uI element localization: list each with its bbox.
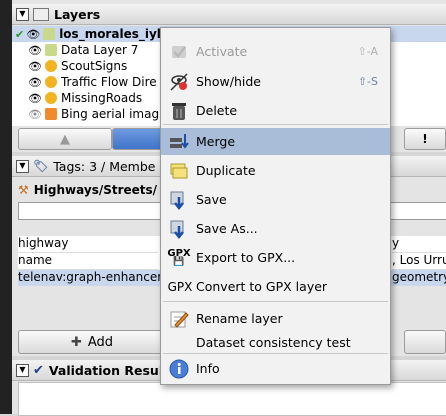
eye-icon[interactable]: 👁: [26, 28, 40, 41]
eye-icon[interactable]: 👁: [28, 76, 42, 89]
info-icon: [168, 358, 190, 380]
menu-item-show-hide[interactable]: Show/hide ⇧-S: [161, 68, 390, 95]
menu-item-save-as[interactable]: Save As...: [161, 215, 390, 242]
gpx-export-icon: GPX 💾: [167, 247, 191, 267]
tag-value[interactable]: , Los Urru: [392, 253, 446, 270]
menu-separator: [163, 301, 388, 302]
menu-item-rename[interactable]: Rename layer: [161, 305, 390, 332]
duplicate-icon: [168, 160, 190, 182]
layer-name: Traffic Flow Dire: [60, 75, 157, 89]
tags-title: Tags: 3 / Membe: [53, 158, 156, 174]
layer-context-menu: Activate ⇧-A Show/hide ⇧-S Delete Merge …: [160, 27, 391, 385]
save-icon: [168, 189, 190, 211]
activate-icon: [168, 41, 190, 63]
validation-title: Validation Result: [48, 362, 170, 378]
merge-icon: [168, 131, 190, 153]
tag-key[interactable]: highway: [18, 236, 158, 253]
tag-value[interactable]: y: [392, 236, 446, 253]
layer-name: ScoutSigns: [60, 59, 128, 73]
move-up-button[interactable]: ▲: [18, 128, 112, 150]
menu-item-activate[interactable]: Activate ⇧-A: [161, 38, 390, 65]
preset-link[interactable]: ⚒ Highways/Streets/: [18, 180, 168, 200]
imagery-icon: [44, 108, 57, 120]
scout-icon: [44, 92, 57, 104]
layer-name: Bing aerial imag: [60, 107, 160, 121]
validation-check-icon: ✔: [33, 362, 44, 378]
layer-name: Data Layer 7: [60, 43, 139, 57]
arrow-up-icon: ▲: [60, 131, 70, 147]
eye-icon[interactable]: 👁: [28, 44, 42, 57]
osm-layer-icon: [43, 28, 56, 40]
trash-icon: [168, 100, 190, 122]
menu-item-convert-gpx[interactable]: GPX Convert to GPX layer: [161, 273, 390, 300]
tag-value[interactable]: geometry: [392, 270, 446, 286]
tag-action-button[interactable]: [404, 330, 446, 354]
highway-preset-icon: ⚒: [18, 183, 29, 197]
add-tag-button[interactable]: ✚ Add: [18, 330, 166, 354]
tag-key[interactable]: name: [18, 253, 158, 270]
tag-icon: 🏷: [33, 159, 49, 173]
menu-separator: [163, 124, 388, 125]
osm-layer-icon: [44, 44, 57, 56]
gpx-text-icon: GPX: [167, 279, 193, 294]
eye-hidden-icon: [168, 71, 190, 93]
layer-name: MissingRoads: [60, 91, 143, 105]
menu-item-info[interactable]: Info: [161, 355, 390, 382]
shortcut-label: ⇧-A: [357, 45, 378, 58]
menu-item-duplicate[interactable]: Duplicate: [161, 157, 390, 184]
menu-item-delete[interactable]: Delete: [161, 97, 390, 124]
tag-key[interactable]: telenav:graph-enhancer: [18, 270, 163, 286]
add-label: Add: [87, 334, 114, 350]
map-edge: [0, 0, 12, 414]
collapse-toggle[interactable]: ▼: [16, 159, 29, 173]
layers-titlebar: ▼ Layers: [12, 4, 446, 25]
menu-separator: [163, 353, 388, 354]
save-as-icon: [168, 218, 190, 240]
eye-icon[interactable]: 👁: [28, 60, 42, 73]
exclamation-icon: !: [422, 132, 428, 146]
menu-item-export-gpx[interactable]: GPX 💾 Export to GPX...: [161, 244, 390, 271]
validation-list: [18, 382, 446, 416]
layers-icon: [33, 7, 49, 21]
scout-icon: [44, 60, 57, 72]
preset-name: Highways/Streets/: [33, 183, 158, 197]
menu-item-save[interactable]: Save: [161, 186, 390, 213]
menu-item-merge[interactable]: Merge: [161, 128, 390, 155]
eye-icon[interactable]: 👁: [28, 108, 42, 121]
menu-item-consistency-test[interactable]: Dataset consistency test: [161, 329, 390, 356]
eye-icon[interactable]: 👁: [28, 92, 42, 105]
check-icon: ✔: [15, 27, 25, 41]
shortcut-label: ⇧-S: [357, 75, 378, 88]
collapse-toggle[interactable]: ▼: [16, 363, 29, 377]
collapse-toggle[interactable]: ▼: [16, 7, 29, 21]
layers-title: Layers: [54, 6, 101, 22]
scout-icon: [44, 76, 57, 88]
rename-icon: [168, 308, 190, 330]
layer-action-button[interactable]: !: [404, 128, 446, 150]
plus-icon: ✚: [70, 334, 82, 350]
